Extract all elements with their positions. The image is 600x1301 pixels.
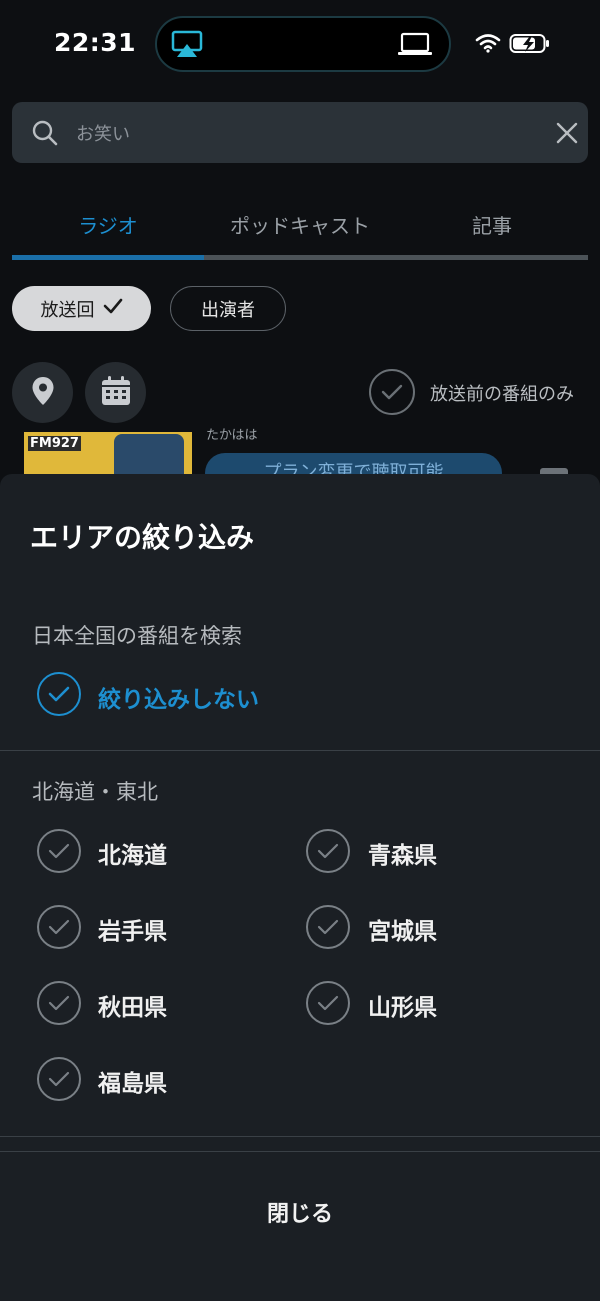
dynamic-island [155, 16, 451, 72]
laptop-icon [397, 32, 433, 62]
divider [0, 750, 600, 751]
checkbox-miyagi[interactable] [306, 905, 350, 949]
calendar-icon [100, 375, 132, 411]
label-miyagi[interactable]: 宮城県 [368, 912, 437, 946]
checkmark-icon [381, 384, 403, 400]
checkmark-icon [48, 686, 70, 702]
chip-performers[interactable]: 出演者 [170, 286, 286, 331]
location-pin-icon [31, 376, 55, 410]
chip-episodes-label: 放送回 [40, 299, 95, 321]
checkmark-icon [317, 919, 339, 935]
checkmark-icon [317, 995, 339, 1011]
chip-performers-label: 出演者 [201, 299, 255, 321]
region-label: 北海道・東北 [32, 780, 158, 804]
no-filter-checkbox[interactable] [37, 672, 81, 716]
sheet-title: エリアの絞り込み [30, 521, 255, 554]
checkmark-icon [48, 1071, 70, 1087]
label-hokkaido[interactable]: 北海道 [98, 836, 167, 870]
close-button[interactable]: 閉じる [0, 1152, 600, 1272]
status-time: 22:31 [54, 28, 137, 57]
area-filter-button[interactable] [12, 362, 73, 423]
nationwide-label: 日本全国の番組を検索 [32, 624, 242, 648]
thumbnail-figure [114, 434, 184, 478]
tab-indicator [12, 255, 204, 260]
tab-podcast[interactable]: ポッドキャスト [204, 210, 396, 239]
wifi-icon [475, 33, 501, 57]
clear-icon[interactable] [556, 122, 578, 148]
no-filter-label[interactable]: 絞り込みしない [98, 680, 259, 714]
battery-charging-icon [509, 33, 551, 59]
label-akita[interactable]: 秋田県 [98, 988, 167, 1022]
checkmark-icon [48, 843, 70, 859]
label-iwate[interactable]: 岩手県 [98, 912, 167, 946]
performer-name: たかはは [206, 428, 258, 443]
checkbox-aomori[interactable] [306, 829, 350, 873]
chip-episodes[interactable]: 放送回 [12, 286, 151, 331]
checkbox-hokkaido[interactable] [37, 829, 81, 873]
tab-radio[interactable]: ラジオ [12, 210, 204, 239]
program-thumbnail[interactable]: FM927 [24, 432, 192, 478]
divider [0, 1136, 600, 1137]
checkmark-icon [48, 995, 70, 1011]
label-aomori[interactable]: 青森県 [368, 836, 437, 870]
airplay-icon [171, 30, 203, 64]
checkmark-icon [317, 843, 339, 859]
date-filter-button[interactable] [85, 362, 146, 423]
station-badge: FM927 [28, 436, 81, 451]
label-fukushima[interactable]: 福島県 [98, 1064, 167, 1098]
checkbox-akita[interactable] [37, 981, 81, 1025]
checkmark-icon [103, 298, 123, 319]
checkbox-iwate[interactable] [37, 905, 81, 949]
search-bar [12, 102, 588, 163]
pre-broadcast-label: 放送前の番組のみ [430, 384, 574, 405]
pre-broadcast-checkbox[interactable] [369, 369, 415, 415]
checkbox-yamagata[interactable] [306, 981, 350, 1025]
checkbox-fukushima[interactable] [37, 1057, 81, 1101]
label-yamagata[interactable]: 山形県 [368, 988, 437, 1022]
checkmark-icon [48, 919, 70, 935]
search-icon [32, 120, 58, 150]
search-input[interactable] [74, 114, 528, 154]
tab-articles[interactable]: 記事 [396, 210, 588, 239]
